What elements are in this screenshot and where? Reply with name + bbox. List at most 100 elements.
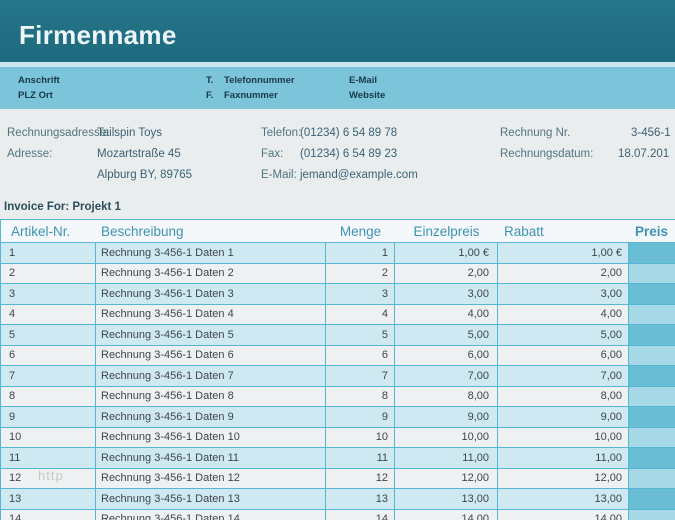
table-row: 1 Rechnung 3-456-1 Daten 1 1 1,00 € 1,00…: [0, 243, 675, 264]
cell-menge: 7: [326, 366, 395, 386]
cell-preis: [629, 407, 675, 427]
cell-menge: 10: [326, 428, 395, 448]
cell-beschreibung: Rechnung 3-456-1 Daten 5: [96, 325, 326, 345]
cell-beschreibung: Rechnung 3-456-1 Daten 1: [96, 243, 326, 263]
table-row: 3 Rechnung 3-456-1 Daten 3 3 3,00 3,00: [0, 284, 675, 305]
street-value: Mozartstraße 45: [97, 148, 181, 160]
invoice-for-line: Invoice For: Projekt 1: [4, 201, 121, 213]
cell-rabatt: 2,00: [498, 264, 629, 284]
column-header-beschreibung: Beschreibung: [96, 224, 326, 239]
table-row: 13 Rechnung 3-456-1 Daten 13 13 13,00 13…: [0, 489, 675, 510]
invoice-date-label: Rechnungsdatum:: [500, 148, 593, 160]
phone-label: Telefon:: [261, 127, 301, 139]
cell-artikel-nr: 1: [1, 243, 96, 263]
billing-address-label: Rechnungsadresse:: [7, 127, 109, 139]
table-row: 4 Rechnung 3-456-1 Daten 4 4 4,00 4,00: [0, 305, 675, 326]
cell-beschreibung: Rechnung 3-456-1 Daten 12: [96, 469, 326, 489]
cell-rabatt: 5,00: [498, 325, 629, 345]
cell-einzelpreis: 10,00: [395, 428, 498, 448]
cell-preis: [629, 366, 675, 386]
table-row: 5 Rechnung 3-456-1 Daten 5 5 5,00 5,00: [0, 325, 675, 346]
cell-preis: [629, 305, 675, 325]
cell-artikel-nr: 10: [1, 428, 96, 448]
cell-menge: 1: [326, 243, 395, 263]
phone-prefix-label: T.: [206, 75, 213, 86]
cell-artikel-nr: 14: [1, 510, 96, 520]
cell-menge: 13: [326, 489, 395, 509]
cell-preis: [629, 469, 675, 489]
cell-menge: 3: [326, 284, 395, 304]
cell-menge: 8: [326, 387, 395, 407]
email-label: E-Mail:: [261, 169, 297, 181]
cell-artikel-nr: 13: [1, 489, 96, 509]
billing-recipient: Tailspin Toys: [97, 127, 162, 139]
cell-einzelpreis: 6,00: [395, 346, 498, 366]
cell-beschreibung: Rechnung 3-456-1 Daten 9: [96, 407, 326, 427]
table-row: 9 Rechnung 3-456-1 Daten 9 9 9,00 9,00: [0, 407, 675, 428]
cell-menge: 4: [326, 305, 395, 325]
cell-rabatt: 14,00: [498, 510, 629, 520]
city-value: Alpburg BY, 89765: [97, 169, 192, 181]
email-placeholder-label: E-Mail: [349, 75, 377, 86]
invoice-table: Artikel-Nr. Beschreibung Menge Einzelpre…: [0, 219, 675, 520]
column-header-preis: Preis: [629, 224, 675, 239]
column-header-artikel-nr: Artikel-Nr.: [1, 224, 96, 239]
cell-einzelpreis: 1,00 €: [395, 243, 498, 263]
address-placeholder-label: Anschrift: [18, 75, 60, 86]
address-label: Adresse:: [7, 148, 52, 160]
cell-einzelpreis: 9,00: [395, 407, 498, 427]
cell-menge: 6: [326, 346, 395, 366]
cell-einzelpreis: 14,00: [395, 510, 498, 520]
company-name: Firmenname: [19, 20, 177, 51]
cell-preis: [629, 510, 675, 520]
cell-preis: [629, 325, 675, 345]
cell-menge: 9: [326, 407, 395, 427]
cell-preis: [629, 264, 675, 284]
fax-value: (01234) 6 54 89 23: [300, 148, 397, 160]
table-row: 11 Rechnung 3-456-1 Daten 11 11 11,00 11…: [0, 448, 675, 469]
invoice-number-label: Rechnung Nr.: [500, 127, 570, 139]
invoice-number-value: 3-456-1: [631, 127, 671, 139]
cell-artikel-nr: 8: [1, 387, 96, 407]
cell-artikel-nr: 2: [1, 264, 96, 284]
cell-artikel-nr: 6: [1, 346, 96, 366]
cell-rabatt: 4,00: [498, 305, 629, 325]
cell-preis: [629, 284, 675, 304]
email-value: jemand@example.com: [300, 169, 418, 181]
table-header-row: Artikel-Nr. Beschreibung Menge Einzelpre…: [0, 219, 675, 243]
cell-einzelpreis: 11,00: [395, 448, 498, 468]
cell-beschreibung: Rechnung 3-456-1 Daten 11: [96, 448, 326, 468]
cell-preis: [629, 428, 675, 448]
cell-beschreibung: Rechnung 3-456-1 Daten 14: [96, 510, 326, 520]
cell-preis: [629, 489, 675, 509]
watermark-text: http: [38, 468, 64, 483]
phone-placeholder-label: Telefonnummer: [224, 75, 295, 86]
column-header-einzelpreis: Einzelpreis: [395, 224, 498, 239]
fax-placeholder-label: Faxnummer: [224, 90, 278, 101]
contact-band: Anschrift PLZ Ort T. Telefonnummer F. Fa…: [0, 67, 675, 109]
table-row: 10 Rechnung 3-456-1 Daten 10 10 10,00 10…: [0, 428, 675, 449]
cell-rabatt: 1,00 €: [498, 243, 629, 263]
city-placeholder-label: PLZ Ort: [18, 90, 53, 101]
cell-menge: 11: [326, 448, 395, 468]
fax-label: Fax:: [261, 148, 283, 160]
fax-prefix-label: F.: [206, 90, 213, 101]
cell-einzelpreis: 5,00: [395, 325, 498, 345]
table-row: 14 Rechnung 3-456-1 Daten 14 14 14,00 14…: [0, 510, 675, 520]
cell-beschreibung: Rechnung 3-456-1 Daten 2: [96, 264, 326, 284]
table-row: 7 Rechnung 3-456-1 Daten 7 7 7,00 7,00: [0, 366, 675, 387]
column-header-rabatt: Rabatt: [498, 224, 629, 239]
table-row: 2 Rechnung 3-456-1 Daten 2 2 2,00 2,00: [0, 264, 675, 285]
cell-menge: 5: [326, 325, 395, 345]
cell-einzelpreis: 13,00: [395, 489, 498, 509]
cell-beschreibung: Rechnung 3-456-1 Daten 8: [96, 387, 326, 407]
cell-einzelpreis: 4,00: [395, 305, 498, 325]
cell-artikel-nr: 4: [1, 305, 96, 325]
cell-preis: [629, 387, 675, 407]
cell-rabatt: 12,00: [498, 469, 629, 489]
cell-einzelpreis: 7,00: [395, 366, 498, 386]
cell-preis: [629, 243, 675, 263]
invoice-page: Firmenname Anschrift PLZ Ort T. Telefonn…: [0, 0, 675, 520]
cell-artikel-nr: 9: [1, 407, 96, 427]
cell-artikel-nr: 5: [1, 325, 96, 345]
